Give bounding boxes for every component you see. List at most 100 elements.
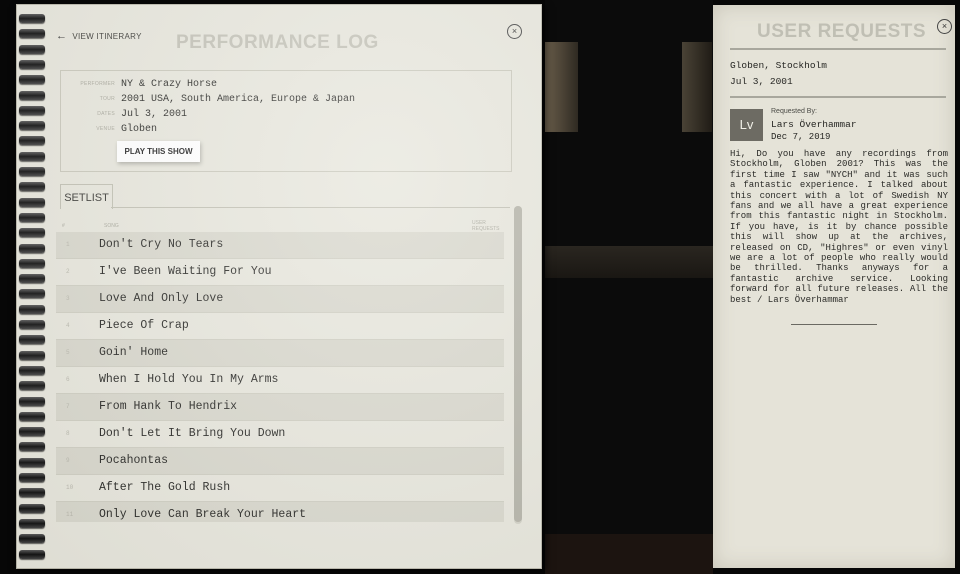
close-icon[interactable]: × bbox=[937, 19, 952, 34]
song-title: Goin' Home bbox=[99, 346, 169, 359]
spiral-ring bbox=[19, 90, 45, 100]
view-itinerary-label: VIEW ITINERARY bbox=[72, 31, 142, 41]
play-this-show-button[interactable]: PLAY THIS SHOW bbox=[117, 141, 200, 162]
spiral-ring bbox=[19, 105, 45, 115]
song-row[interactable]: 1 Don't Cry No Tears bbox=[56, 232, 504, 259]
song-row[interactable]: 3 Love And Only Love bbox=[56, 286, 504, 313]
spiral-ring bbox=[19, 243, 45, 253]
spiral-ring bbox=[19, 121, 45, 131]
close-icon[interactable]: × bbox=[507, 24, 522, 39]
request-location: Globen, Stockholm bbox=[730, 60, 827, 71]
song-title: Pocahontas bbox=[99, 454, 169, 467]
spiral-ring bbox=[19, 457, 45, 467]
tab-setlist[interactable]: SETLIST bbox=[60, 184, 113, 209]
song-row[interactable]: 5 Goin' Home bbox=[56, 340, 504, 367]
requester-name: Lars Överhammar bbox=[771, 119, 857, 130]
spiral-ring bbox=[19, 151, 45, 161]
spiral-ring bbox=[19, 381, 45, 391]
date-value: Jul 3, 2001 bbox=[121, 108, 188, 120]
request-show-date: Jul 3, 2001 bbox=[730, 76, 793, 87]
message-divider bbox=[791, 324, 877, 325]
song-number: 7 bbox=[66, 403, 70, 410]
arrow-left-icon: ← bbox=[56, 30, 68, 42]
background-shelf-band bbox=[545, 246, 713, 278]
show-details: PERFORMER NY & Crazy Horse TOUR 2001 USA… bbox=[60, 70, 512, 172]
tour-value: 2001 USA, South America, Europe & Japan bbox=[121, 93, 356, 105]
spiral-ring bbox=[19, 136, 45, 146]
background-floor bbox=[545, 534, 713, 574]
view-itinerary-link[interactable]: ← VIEW ITINERARY bbox=[56, 30, 142, 42]
performer-value: NY & Crazy Horse bbox=[121, 78, 218, 90]
scrollbar-thumb[interactable] bbox=[514, 206, 522, 522]
user-requests-panel: USER REQUESTS × Globen, Stockholm Jul 3,… bbox=[713, 5, 955, 568]
requested-by-label: Requested By: bbox=[771, 108, 817, 115]
song-title: After The Gold Rush bbox=[99, 481, 231, 494]
spiral-ring bbox=[19, 549, 45, 559]
song-title: When I Hold You In My Arms bbox=[99, 373, 279, 386]
song-title: Don't Let It Bring You Down bbox=[99, 427, 286, 440]
spiral-ring bbox=[19, 320, 45, 329]
song-number: 6 bbox=[66, 376, 70, 383]
spiral-ring bbox=[19, 14, 45, 23]
spiral-binding bbox=[16, 14, 46, 569]
date-row: DATES Jul 3, 2001 bbox=[61, 107, 187, 121]
spiral-ring bbox=[19, 503, 45, 513]
song-row[interactable]: 9 Pocahontas bbox=[56, 448, 504, 475]
song-number: 5 bbox=[66, 349, 70, 356]
song-number: 8 bbox=[66, 430, 70, 437]
venue-label: VENUE bbox=[96, 126, 115, 132]
spiral-ring bbox=[19, 44, 45, 54]
panel-title: USER REQUESTS bbox=[757, 21, 927, 42]
divider bbox=[730, 48, 946, 50]
spiral-ring bbox=[19, 258, 45, 268]
song-title: Love And Only Love bbox=[99, 292, 224, 305]
spiral-ring bbox=[19, 335, 45, 345]
spiral-ring bbox=[19, 212, 45, 222]
performance-log-notebook: ← VIEW ITINERARY PERFORMANCE LOG × PERFO… bbox=[16, 4, 542, 569]
spiral-ring bbox=[19, 289, 45, 299]
spiral-ring bbox=[19, 488, 45, 498]
song-row[interactable]: 4 Piece Of Crap bbox=[56, 313, 504, 340]
spiral-ring bbox=[19, 304, 45, 314]
spiral-ring bbox=[19, 274, 45, 284]
setlist-scrollbar[interactable] bbox=[514, 206, 522, 524]
tour-label: TOUR bbox=[99, 96, 115, 102]
performer-label: PERFORMER bbox=[80, 81, 115, 87]
setlist-table: 1 Don't Cry No Tears 2 I've Been Waiting… bbox=[56, 232, 504, 522]
venue-row: VENUE Globen bbox=[61, 122, 157, 136]
song-row[interactable]: 11 Only Love Can Break Your Heart bbox=[56, 502, 504, 522]
spiral-ring bbox=[19, 350, 45, 360]
background-record-thumbnail bbox=[545, 42, 578, 132]
song-number: 11 bbox=[66, 511, 74, 518]
spiral-ring bbox=[19, 228, 45, 238]
song-number: 4 bbox=[66, 322, 70, 329]
song-row[interactable]: 2 I've Been Waiting For You bbox=[56, 259, 504, 286]
song-row[interactable]: 7 From Hank To Hendrix bbox=[56, 394, 504, 421]
song-row[interactable]: 10 After The Gold Rush bbox=[56, 475, 504, 502]
song-title: Piece Of Crap bbox=[99, 319, 189, 332]
spiral-ring bbox=[19, 29, 45, 39]
song-title: Don't Cry No Tears bbox=[99, 238, 224, 251]
spiral-ring bbox=[19, 442, 45, 452]
spiral-ring bbox=[19, 518, 45, 528]
spiral-ring bbox=[19, 59, 45, 69]
venue-value: Globen bbox=[121, 123, 158, 135]
song-number: 1 bbox=[66, 241, 70, 248]
song-row[interactable]: 8 Don't Let It Bring You Down bbox=[56, 421, 504, 448]
song-title: Only Love Can Break Your Heart bbox=[99, 508, 307, 521]
song-number: 10 bbox=[66, 484, 74, 491]
setlist-divider bbox=[111, 207, 510, 208]
song-number: 2 bbox=[66, 268, 70, 275]
spiral-ring bbox=[19, 411, 45, 421]
avatar: Lv bbox=[730, 109, 763, 141]
dates-label: DATES bbox=[97, 111, 115, 117]
spiral-ring bbox=[19, 182, 45, 192]
spiral-ring bbox=[19, 473, 45, 482]
divider bbox=[730, 96, 946, 98]
spiral-ring bbox=[19, 427, 45, 437]
song-number: 3 bbox=[66, 295, 70, 302]
background-record-thumbnail bbox=[682, 42, 712, 132]
page-title: PERFORMANCE LOG bbox=[176, 32, 379, 53]
song-row[interactable]: 6 When I Hold You In My Arms bbox=[56, 367, 504, 394]
request-date: Dec 7, 2019 bbox=[771, 132, 831, 142]
